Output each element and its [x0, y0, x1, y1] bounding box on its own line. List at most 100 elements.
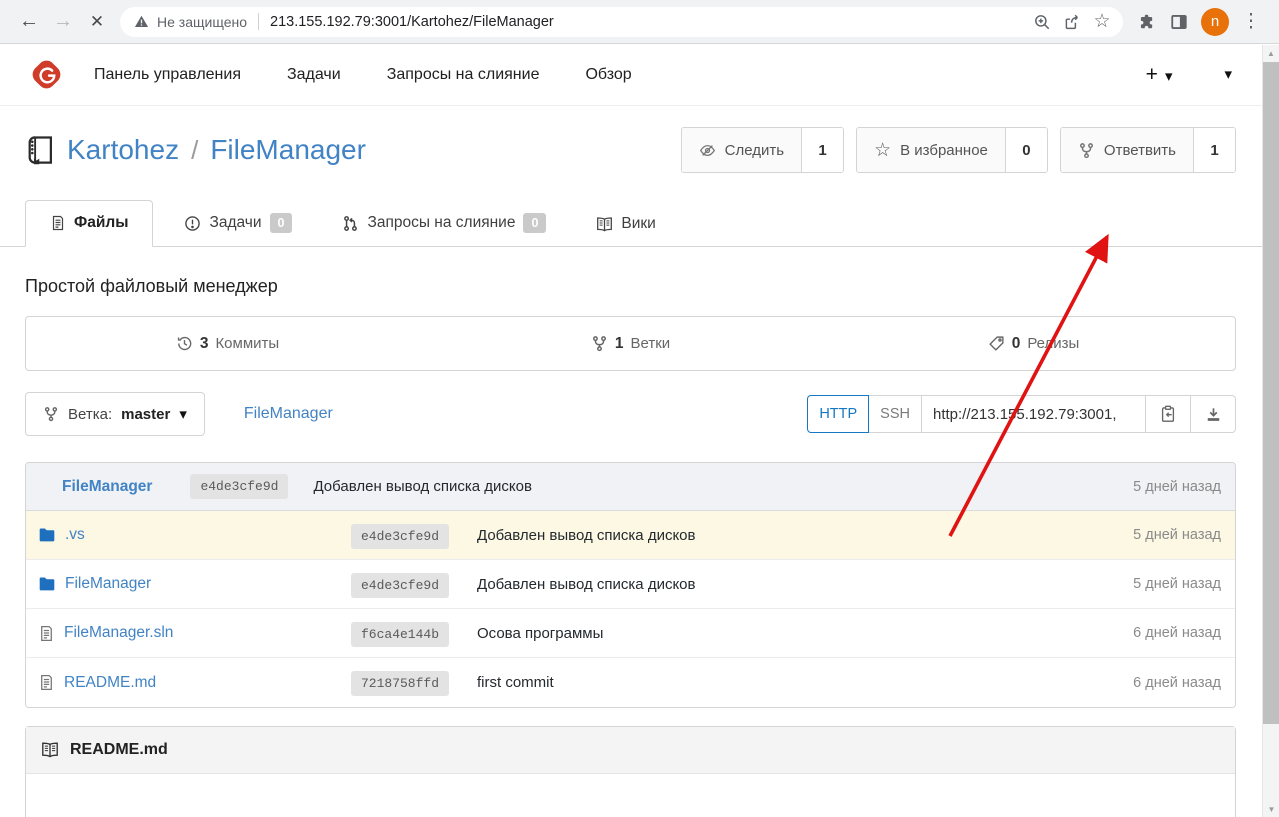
extensions-icon[interactable] [1131, 6, 1163, 38]
issues-count-badge: 0 [270, 213, 293, 233]
stat-branches[interactable]: 1 Ветки [429, 317, 832, 370]
repo-action-buttons: Следить 1 В избранное 0 Ответвить 1 [681, 127, 1236, 173]
history-icon [176, 335, 193, 352]
branch-icon [43, 406, 59, 422]
user-menu-dropdown[interactable] [1224, 65, 1232, 84]
pull-request-icon [342, 215, 359, 232]
commit-age: 6 дней назад [1133, 625, 1221, 641]
branch-selector[interactable]: Ветка: master [25, 392, 205, 436]
tab-wiki[interactable]: Вики [577, 202, 674, 247]
star-label: В избранное [900, 142, 988, 159]
star-button[interactable]: В избранное [857, 128, 1006, 172]
sidebar-icon[interactable] [1163, 6, 1195, 38]
file-link[interactable]: README.md [38, 674, 351, 692]
releases-count: 0 [1012, 335, 1021, 353]
commit-message-link[interactable]: Добавлен вывод списка дисков [477, 576, 1071, 593]
chevron-down-icon [1165, 63, 1173, 87]
clone-ssh-button[interactable]: SSH [869, 395, 922, 433]
gitea-logo[interactable] [30, 58, 63, 91]
file-table: FileManager e4de3cfe9d Добавлен вывод сп… [25, 462, 1236, 708]
branch-icon [591, 335, 608, 352]
commit-age: 6 дней назад [1133, 675, 1221, 691]
share-icon[interactable] [1057, 7, 1087, 37]
browser-stop-button[interactable] [80, 5, 114, 39]
nav-dashboard[interactable]: Панель управления [94, 66, 241, 84]
book-icon [41, 741, 59, 759]
readme-header: README.md [26, 727, 1235, 774]
branch-prefix-label: Ветка: [68, 406, 112, 423]
issue-icon [184, 215, 201, 232]
readme-section: README.md [25, 726, 1236, 817]
table-row: .vs e4de3cfe9d Добавлен вывод списка дис… [26, 511, 1235, 560]
fork-button[interactable]: Ответвить [1061, 128, 1194, 172]
fork-label: Ответвить [1104, 142, 1176, 159]
repo-name-link[interactable]: FileManager [210, 134, 366, 166]
commit-message-link[interactable]: first commit [477, 674, 1071, 691]
branch-bar: Ветка: master FileManager HTTP SSH [25, 392, 1236, 436]
breadcrumb-repo-link[interactable]: FileManager [244, 405, 333, 423]
browser-toolbar: Не защищено 213.155.192.79:3001/Kartohez… [0, 0, 1279, 44]
commit-hash-badge[interactable]: f6ca4e144b [351, 622, 449, 647]
tab-wiki-label: Вики [621, 215, 655, 233]
commit-hash-badge[interactable]: e4de3cfe9d [351, 524, 449, 549]
eye-icon [699, 142, 716, 159]
clone-url-input[interactable] [922, 395, 1146, 433]
file-link[interactable]: FileManager.sln [38, 624, 351, 642]
file-name: .vs [65, 526, 85, 544]
scrollbar-up-arrow[interactable] [1263, 45, 1279, 61]
browser-back-button[interactable] [12, 5, 46, 39]
commit-message-link[interactable]: Добавлен вывод списка дисков [477, 527, 1071, 544]
download-button[interactable] [1191, 395, 1236, 433]
file-link[interactable]: .vs [38, 526, 351, 544]
file-name: README.md [64, 674, 156, 692]
tab-files[interactable]: Файлы [25, 200, 153, 247]
tab-pull-requests[interactable]: Запросы на слияние 0 [323, 200, 565, 247]
commits-label: Коммиты [215, 335, 279, 352]
zoom-icon[interactable] [1027, 7, 1057, 37]
scrollbar-thumb[interactable] [1263, 62, 1279, 724]
tab-files-label: Файлы [74, 214, 128, 232]
pull-requests-count-badge: 0 [523, 213, 546, 233]
stat-releases[interactable]: 0 Релизы [832, 317, 1235, 370]
nav-issues[interactable]: Задачи [287, 66, 341, 84]
latest-commit-message[interactable]: Добавлен вывод списка дисков [313, 478, 532, 495]
page-scrollbar[interactable] [1262, 45, 1279, 817]
star-count[interactable]: 0 [1006, 128, 1047, 172]
latest-commit-row: FileManager e4de3cfe9d Добавлен вывод сп… [26, 463, 1235, 511]
create-new-dropdown[interactable]: + [1146, 63, 1173, 87]
commit-hash-badge[interactable]: e4de3cfe9d [190, 474, 288, 499]
warning-icon [134, 14, 149, 29]
clone-http-button[interactable]: HTTP [807, 395, 869, 433]
file-link[interactable]: FileManager [38, 575, 351, 593]
file-name: FileManager.sln [64, 624, 173, 642]
copy-url-button[interactable] [1146, 395, 1191, 433]
watch-count[interactable]: 1 [802, 128, 843, 172]
address-bar[interactable]: Не защищено 213.155.192.79:3001/Kartohez… [120, 7, 1123, 37]
watch-button-group: Следить 1 [681, 127, 844, 173]
commit-hash-badge[interactable]: e4de3cfe9d [351, 573, 449, 598]
commits-count: 3 [200, 335, 209, 353]
tab-issues[interactable]: Задачи 0 [165, 200, 311, 247]
browser-profile-avatar[interactable]: n [1201, 8, 1229, 36]
chevron-down-icon [179, 405, 187, 423]
fork-count[interactable]: 1 [1194, 128, 1235, 172]
nav-explore[interactable]: Обзор [585, 66, 631, 84]
browser-forward-button[interactable] [46, 5, 80, 39]
file-icon [50, 215, 66, 231]
star-icon [874, 141, 891, 160]
commit-message-link[interactable]: Осова программы [477, 625, 1071, 642]
latest-commit-author-link[interactable]: FileManager [62, 478, 152, 496]
nav-pull-requests[interactable]: Запросы на слияние [387, 66, 540, 84]
commit-hash-badge[interactable]: 7218758ffd [351, 671, 449, 696]
stat-commits[interactable]: 3 Коммиты [26, 317, 429, 370]
tab-pull-requests-label: Запросы на слияние [367, 214, 515, 232]
watch-button[interactable]: Следить [682, 128, 802, 172]
bookmark-star-icon[interactable] [1087, 7, 1117, 37]
folder-icon [38, 575, 56, 593]
repo-owner-link[interactable]: Kartohez [67, 134, 179, 166]
repo-title: Kartohez / FileManager [25, 134, 366, 166]
browser-menu-icon[interactable] [1235, 6, 1267, 38]
scrollbar-down-arrow[interactable] [1263, 801, 1279, 817]
commit-age: 5 дней назад [1133, 576, 1221, 592]
readme-body [26, 774, 1235, 817]
